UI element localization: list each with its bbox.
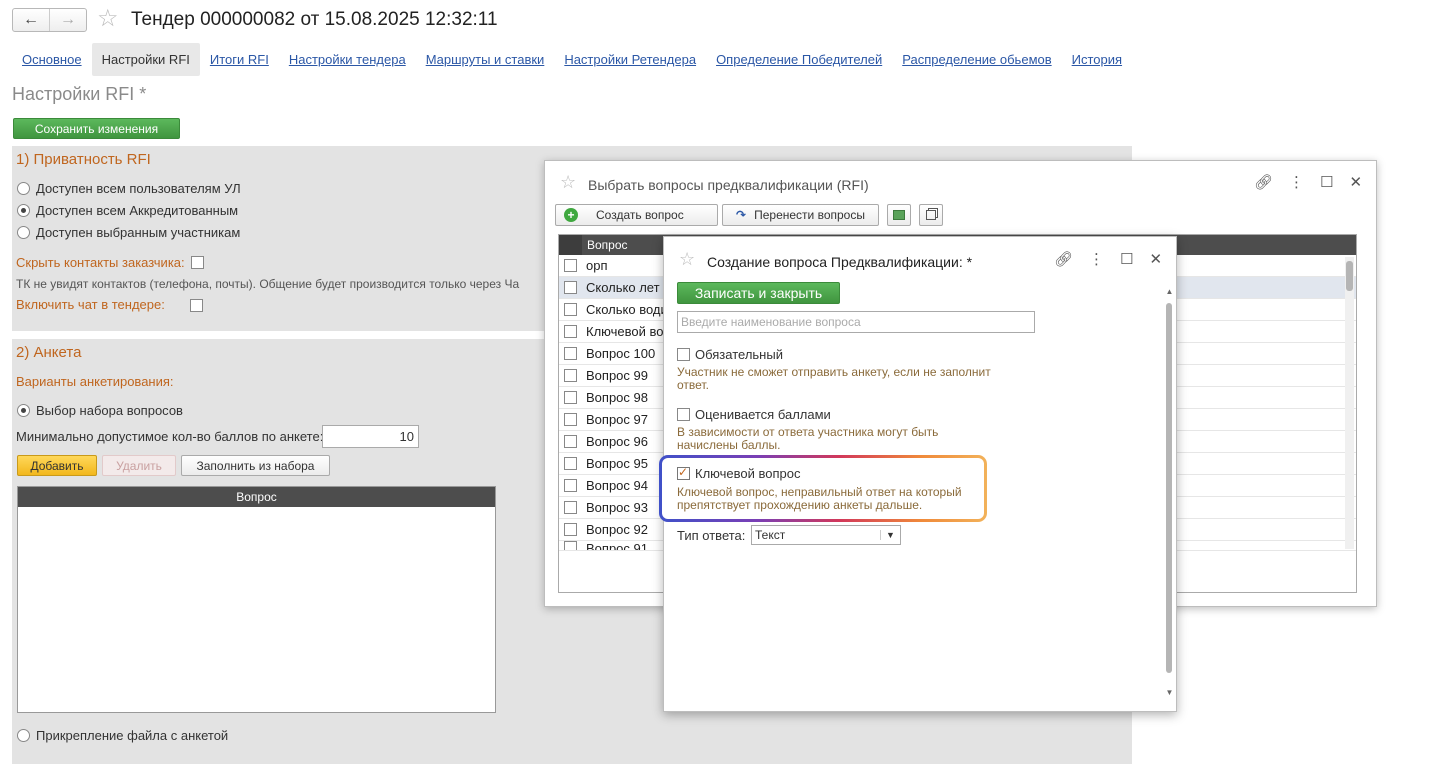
key-question-hint: Ключевой вопрос, неправильный ответ на к… [677,485,962,512]
tab-tender-settings[interactable]: Настройки тендера [279,43,416,76]
column-header-question[interactable]: Вопрос [582,238,628,252]
favorite-star-icon[interactable]: ☆ [97,6,119,32]
required-hint: Участник не сможет отправить анкету, есл… [677,365,991,392]
close-icon[interactable]: ✕ [1150,250,1163,268]
answer-type-label: Тип ответа: [677,528,746,543]
row-checkbox[interactable] [564,501,577,514]
tab-winners[interactable]: Определение Победителей [706,43,892,76]
survey-variants-label: Варианты анкетирования: [16,374,174,389]
row-checkbox[interactable] [564,523,577,536]
survey-option-file[interactable]: Прикрепление файла с анкетой [17,728,228,743]
dialog-title: Создание вопроса Предквалификации: * [707,254,973,270]
hide-contacts-hint: ТК не увидят контактов (телефона, почты)… [16,277,520,291]
hide-contacts-row: Скрыть контакты заказчика: [16,255,204,270]
column-header-question[interactable]: Вопрос [18,487,495,507]
row-checkbox[interactable] [564,541,577,550]
tab-retender-settings[interactable]: Настройки Ретендера [554,43,706,76]
add-button[interactable]: Добавить [17,455,97,476]
enable-chat-checkbox[interactable] [190,299,203,312]
answer-type-select[interactable]: Текст ▼ [751,525,901,545]
radio-icon [17,182,30,195]
survey-option-question-set[interactable]: Выбор набора вопросов [17,403,183,418]
arrow-curve-icon: ↷ [736,208,747,222]
link-icon[interactable]: 🔗︎ [1054,250,1073,268]
row-checkbox[interactable] [564,259,577,272]
close-icon[interactable]: ✕ [1350,173,1363,191]
copy-icon[interactable] [919,204,943,226]
create-question-dialog: ☆ Создание вопроса Предквалификации: * 🔗… [659,236,1177,712]
plus-circle-icon: + [564,208,578,222]
radio-icon [17,226,30,239]
question-name-input[interactable]: Введите наименование вопроса [677,311,1035,333]
scored-option[interactable]: Оценивается баллами [677,407,831,422]
tab-rfi-settings[interactable]: Настройки RFI [91,43,200,76]
required-checkbox[interactable] [677,348,690,361]
survey-questions-table: Вопрос [17,486,496,713]
min-score-input[interactable]: 10 [322,425,419,448]
chevron-down-icon[interactable]: ▼ [880,530,900,540]
required-option[interactable]: Обязательный [677,347,783,362]
tab-routes-rates[interactable]: Маршруты и ставки [416,43,555,76]
scroll-down-icon[interactable]: ▼ [1164,688,1175,697]
tab-history[interactable]: История [1062,43,1132,76]
privacy-title: 1) Приватность RFI [16,151,151,168]
delete-button[interactable]: Удалить [102,455,176,476]
maximize-icon[interactable]: ☐ [1120,250,1133,268]
star-icon[interactable]: ☆ [560,172,576,193]
row-checkbox[interactable] [564,281,577,294]
row-checkbox[interactable] [564,303,577,316]
row-checkbox[interactable] [564,325,577,338]
document-title: Тендер 000000082 от 15.08.2025 12:32:11 [131,9,498,30]
privacy-option-accredited[interactable]: Доступен всем Аккредитованным [17,203,238,218]
row-checkbox[interactable] [564,369,577,382]
row-checkbox[interactable] [564,435,577,448]
tab-volume-distribution[interactable]: Распределение обьемов [892,43,1061,76]
hide-contacts-checkbox[interactable] [190,256,204,269]
key-question-checkbox[interactable] [677,465,690,480]
check-all-icon[interactable] [887,204,911,226]
arrow-left-icon: ← [23,11,39,28]
radio-selected-icon [17,404,30,417]
more-menu-icon[interactable]: ⋮ [1289,173,1304,191]
scroll-up-icon[interactable]: ▲ [1164,287,1175,296]
survey-title: 2) Анкета [16,344,82,361]
radio-icon [17,729,30,742]
back-button[interactable]: ← [13,9,49,31]
link-icon[interactable]: 🔗︎ [1254,173,1273,191]
dialog-title: Выбрать вопросы предквалификации (RFI) [588,177,869,193]
dialog-scrollbar[interactable]: ▲ ▼ [1164,287,1175,697]
forward-button[interactable]: → [49,9,86,31]
privacy-option-selected[interactable]: Доступен выбранным участникам [17,225,240,240]
navigation-buttons: ← → [12,8,87,32]
min-score-label: Минимально допустимое кол-во баллов по а… [16,429,324,444]
fill-from-set-button[interactable]: Заполнить из набора [181,455,330,476]
move-questions-button[interactable]: ↷ Перенести вопросы [722,204,879,226]
radio-selected-icon [17,204,30,217]
privacy-option-all-users[interactable]: Доступен всем пользователям УЛ [17,181,241,196]
tab-bar: Основное Настройки RFI Итоги RFI Настрой… [12,43,1132,76]
create-question-button[interactable]: + Создать вопрос [555,204,718,226]
more-menu-icon[interactable]: ⋮ [1089,250,1104,268]
enable-chat-label: Включить чат в тендере: [16,297,165,312]
save-changes-button[interactable]: Сохранить изменения [13,118,180,139]
row-checkbox[interactable] [564,457,577,470]
tab-rfi-results[interactable]: Итоги RFI [200,43,279,76]
key-question-option[interactable]: Ключевой вопрос [677,465,800,481]
scored-checkbox[interactable] [677,408,690,421]
scored-hint: В зависимости от ответа участника могут … [677,425,939,452]
hide-contacts-label: Скрыть контакты заказчика: [16,255,185,270]
star-icon[interactable]: ☆ [679,249,695,270]
arrow-right-icon: → [60,11,76,28]
page-title: Настройки RFI * [12,84,147,104]
row-checkbox[interactable] [564,391,577,404]
row-checkbox[interactable] [564,479,577,492]
save-and-close-button[interactable]: Записать и закрыть [677,282,840,304]
tab-main[interactable]: Основное [12,43,92,76]
maximize-icon[interactable]: ☐ [1320,173,1333,191]
list-scrollbar[interactable] [1345,257,1354,549]
row-checkbox[interactable] [564,347,577,360]
row-checkbox[interactable] [564,413,577,426]
